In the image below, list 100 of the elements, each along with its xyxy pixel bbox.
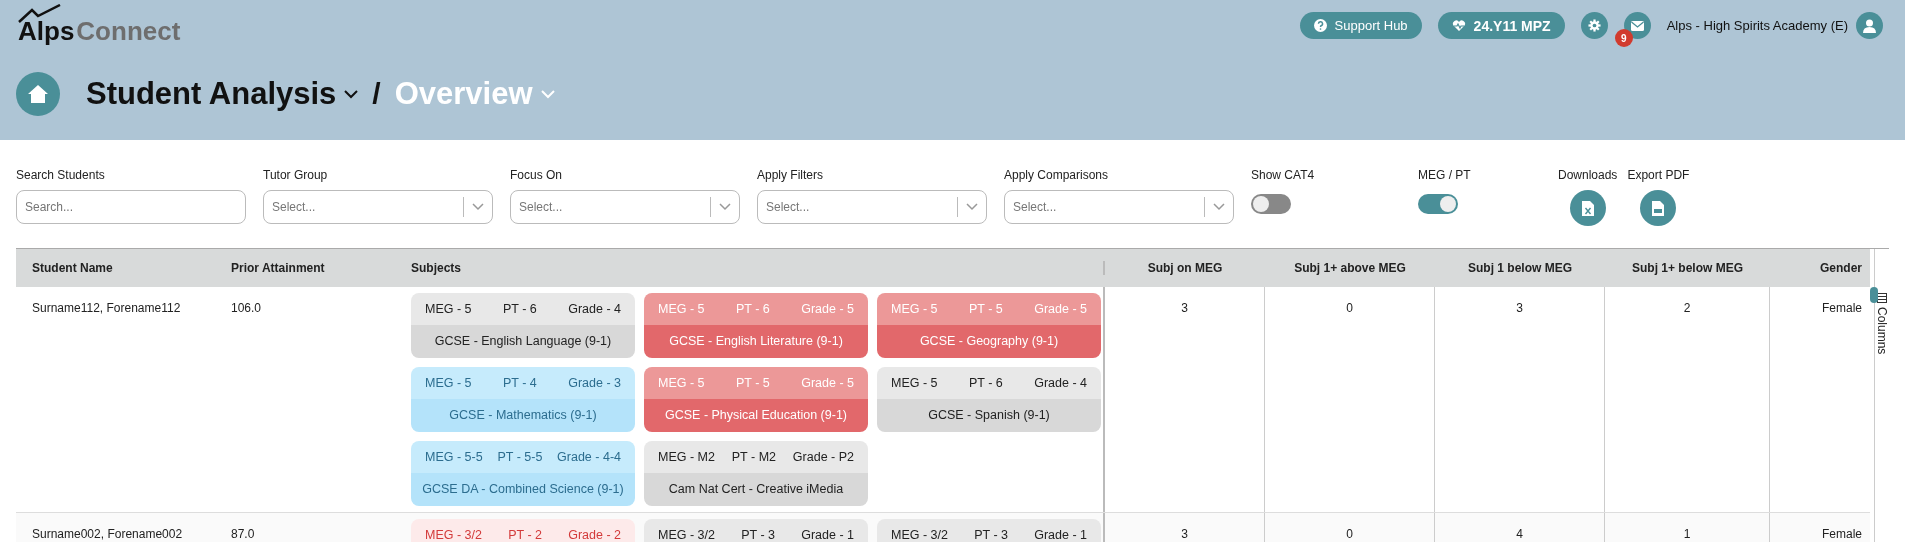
table-cell: 3	[1181, 527, 1188, 541]
settings-icon	[1587, 19, 1601, 32]
table-cell: Female	[1822, 527, 1862, 541]
table-cell: 2	[1683, 301, 1691, 315]
pt-value: PT - M2	[731, 450, 776, 464]
subject-card[interactable]: MEG - 5 PT - 6 Grade - 5 GCSE - English Literature (9-1)	[644, 293, 868, 358]
meg-value: MEG - M2	[658, 450, 715, 464]
table-cell: 4	[1516, 527, 1523, 541]
subject-card[interactable]: MEG - 3/2 PT - 3 Grade - 1	[877, 519, 1101, 542]
grade-value: Grade - 4	[1034, 376, 1087, 390]
mail-icon	[1630, 20, 1644, 31]
subject-name: GCSE DA - Combined Science (9-1)	[411, 473, 635, 506]
scrollbar-thumb[interactable]	[1870, 287, 1878, 303]
pt-value: PT - 4	[502, 376, 537, 390]
subject-card[interactable]: MEG - M2 PT - M2 Grade - P2 Cam Nat Cert - Creative iMedia	[644, 441, 868, 506]
meg-value: MEG - 3/2	[891, 528, 948, 542]
pdf-export-button[interactable]	[1640, 190, 1677, 226]
search-field[interactable]: Search...	[16, 190, 246, 224]
meg-value: MEG - 5	[425, 302, 472, 316]
select-dropdown[interactable]: Select...	[757, 190, 987, 224]
excel-download-button[interactable]	[1569, 190, 1606, 226]
chevron-down-icon	[966, 203, 978, 211]
chevron-down-icon	[540, 89, 555, 99]
support-hub-button[interactable]: Support Hub	[1299, 12, 1422, 39]
meg-value: MEG - 3/2	[658, 528, 715, 542]
help-icon	[1313, 19, 1327, 32]
pt-value: PT - 6	[968, 376, 1003, 390]
column-header: Subj on MEG	[1146, 261, 1224, 275]
pt-value: PT - 2	[508, 528, 542, 542]
subject-card[interactable]: MEG - 3/2 PT - 2 Grade - 2	[411, 519, 635, 542]
grade-value: Grade - 5	[1034, 302, 1087, 316]
columns-icon	[1877, 293, 1887, 303]
table-cell: Female	[1822, 301, 1862, 315]
grade-value: Grade - 2	[568, 528, 621, 542]
home-button[interactable]	[16, 72, 60, 116]
user-icon	[1863, 18, 1876, 33]
meg-value: MEG - 5	[658, 376, 705, 390]
downloads-label: Downloads	[1558, 168, 1618, 182]
grade-value: Grade - 4	[568, 302, 621, 316]
subject-card[interactable]: MEG - 5 PT - 6 Grade - 4 GCSE - Spanish (9-1)	[877, 367, 1101, 432]
subject-card[interactable]: MEG - 5 PT - 6 Grade - 4 GCSE - English Language (9-1)	[411, 293, 635, 358]
table-cell: 1	[1683, 527, 1691, 541]
table-cell: 3	[1181, 301, 1188, 315]
grade-value: Grade - 3	[568, 376, 621, 390]
select-dropdown[interactable]: Select...	[1004, 190, 1234, 224]
school-name: Alps - High Spirits Academy (E)	[1666, 18, 1848, 33]
select-dropdown[interactable]: Select...	[263, 190, 493, 224]
filter-label: Show CAT4	[1251, 168, 1316, 182]
pt-value: PT - 6	[735, 302, 770, 316]
toggle-switch[interactable]	[1251, 194, 1291, 214]
chevron-down-icon	[472, 203, 484, 211]
column-header: Gender	[1819, 261, 1863, 275]
pt-value: PT - 6	[502, 302, 537, 316]
filter-label: Apply Comparisons	[1004, 168, 1110, 182]
cohort-button[interactable]: 24.Y11 MPZ	[1437, 12, 1565, 39]
subject-card[interactable]: MEG - 5 PT - 4 Grade - 3 GCSE - Mathematics (9-1)	[411, 367, 635, 432]
chevron-down-icon	[719, 203, 731, 211]
table-cell-text: 87.0	[230, 526, 256, 542]
grade-value: Grade - 5	[801, 376, 854, 390]
select-dropdown[interactable]: Select...	[510, 190, 740, 224]
meg-value: MEG - 5	[425, 376, 472, 390]
filter-label: Focus On	[510, 168, 564, 182]
chevron-down-icon	[1213, 203, 1225, 211]
subject-card[interactable]: MEG - 5 PT - 5 Grade - 5 GCSE - Geography (9-1)	[877, 293, 1101, 358]
grade-value: Grade - P2	[792, 450, 854, 464]
meg-value: MEG - 5	[891, 376, 938, 390]
subject-card[interactable]: MEG - 3/2 PT - 3 Grade - 1	[644, 519, 868, 542]
toggle-switch[interactable]	[1418, 194, 1458, 214]
column-header: Subj 1+ below MEG	[1631, 261, 1744, 275]
filter-label: Tutor Group	[263, 168, 329, 182]
pt-value: PT - 3	[974, 528, 1008, 542]
settings-button[interactable]	[1580, 12, 1608, 39]
meg-value: MEG - 5	[891, 302, 938, 316]
subject-card[interactable]: MEG - 5 PT - 5 Grade - 5 GCSE - Physical Education (9-1)	[644, 367, 868, 432]
meg-value: MEG - 5-5	[425, 450, 483, 464]
columns-panel-tab[interactable]: Columns	[1874, 249, 1889, 542]
subject-card[interactable]: MEG - 5-5 PT - 5-5 Grade - 4-4 GCSE DA - Combined Science (9-1)	[411, 441, 635, 506]
filter-label: Apply Filters	[757, 168, 825, 182]
excel-file-icon	[1581, 200, 1594, 216]
subject-name: GCSE - Mathematics (9-1)	[411, 399, 635, 432]
subject-name: Cam Nat Cert - Creative iMedia	[644, 473, 868, 506]
student-name-cell-text: Surname002, Forename002	[31, 526, 184, 542]
grade-value: Grade - 4-4	[557, 450, 621, 464]
column-header: Prior Attainment	[230, 261, 326, 275]
logo-text: Alps	[18, 16, 75, 46]
table-cell: 0	[1346, 301, 1353, 315]
subject-name: GCSE - Spanish (9-1)	[877, 399, 1101, 432]
subject-name: GCSE - Physical Education (9-1)	[644, 399, 868, 432]
filter-label: Search Students	[16, 168, 106, 182]
grade-value: Grade - 1	[1034, 528, 1087, 542]
heartbeat-icon	[1451, 19, 1466, 32]
column-header: Student Name	[31, 261, 114, 275]
user-button[interactable]	[1856, 12, 1883, 39]
pt-value: PT - 3	[741, 528, 775, 542]
column-header: Subj 1 below MEG	[1467, 261, 1573, 275]
pt-value: PT - 5	[735, 376, 770, 390]
grade-value: Grade - 5	[801, 302, 854, 316]
subject-name: GCSE - English Language (9-1)	[411, 325, 635, 358]
student-name-cell-text: Surname112, Forename112	[31, 300, 182, 317]
breadcrumb-dropdown[interactable]: Student Analysis	[86, 76, 359, 112]
